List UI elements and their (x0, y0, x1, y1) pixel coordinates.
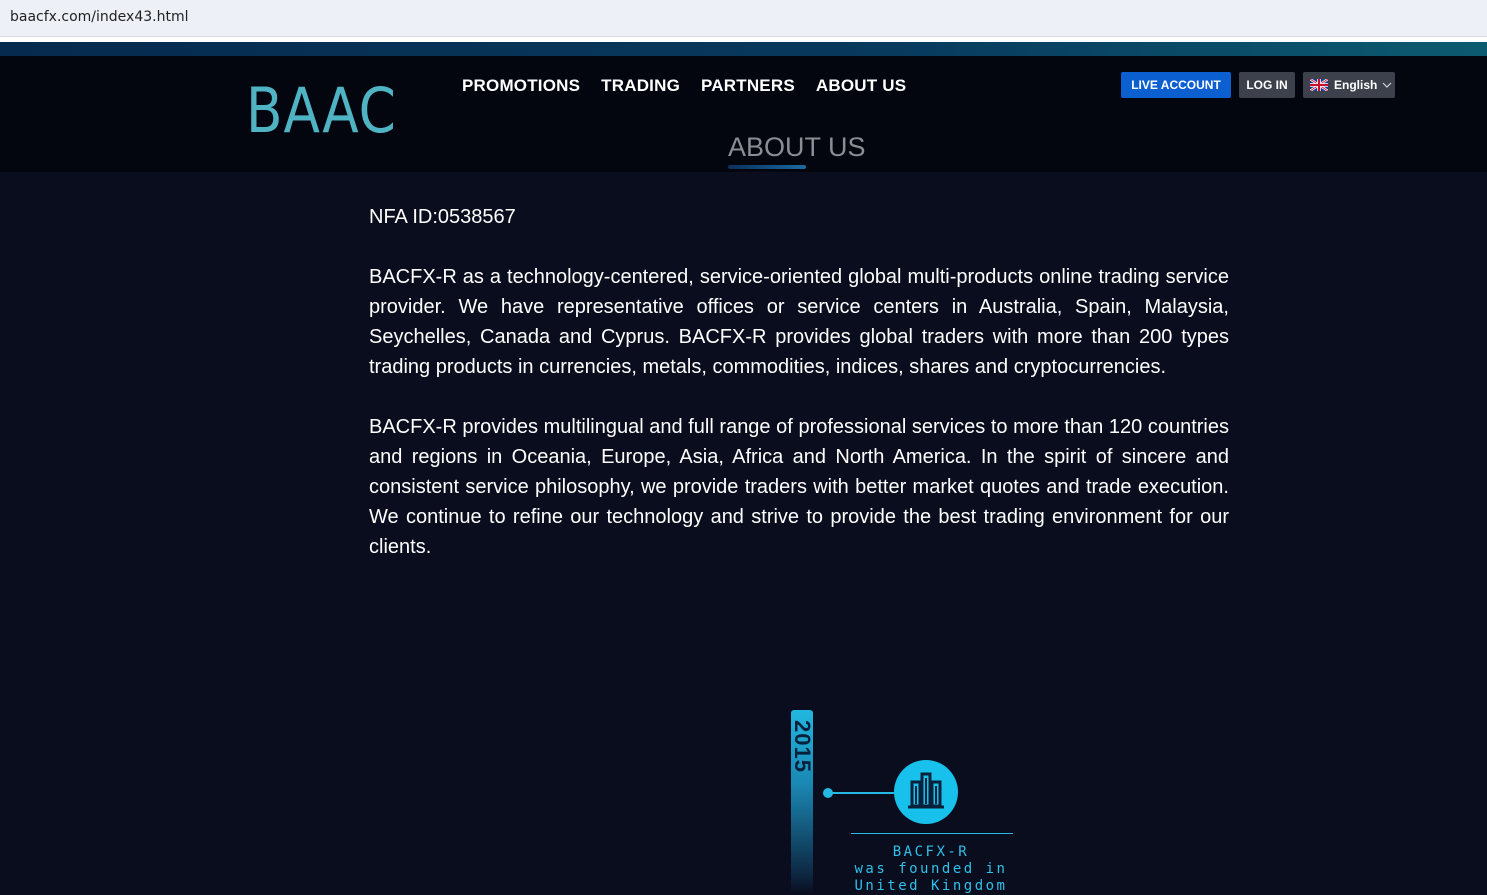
nav-trading[interactable]: TRADING (601, 76, 680, 96)
title-underline (728, 165, 806, 169)
chevron-down-icon (1382, 82, 1392, 88)
timeline-connector (832, 792, 894, 794)
top-gradient-strip (0, 42, 1487, 56)
nav-partners[interactable]: PARTNERS (701, 76, 795, 96)
nfa-id: NFA ID:0538567 (369, 206, 516, 228)
building-glyph (908, 772, 944, 809)
uk-flag-icon (1310, 79, 1328, 91)
browser-address-bar[interactable]: baacfx.com/index43.html (0, 0, 1487, 37)
brand-logo[interactable]: BAAC (246, 80, 397, 142)
main-nav: PROMOTIONS TRADING PARTNERS ABOUT US (462, 76, 927, 96)
about-paragraph-2: BACFX-R provides multilingual and full r… (369, 416, 1229, 558)
page-title: ABOUT US (728, 132, 866, 162)
language-label: English (1334, 78, 1378, 92)
nav-about-us[interactable]: ABOUT US (816, 76, 906, 96)
timeline-year: 2015 (790, 719, 815, 773)
about-paragraph-1: BACFX-R as a technology-centered, servic… (369, 266, 1229, 378)
about-content: NFA ID:0538567 BACFX-R as a technology-c… (369, 202, 1229, 592)
url-text[interactable]: baacfx.com/index43.html (10, 9, 188, 25)
milestone-line-2: was founded in (854, 861, 1008, 877)
milestone-text: BACFX-R was founded in United Kingdom (851, 844, 1011, 895)
building-icon (894, 760, 958, 824)
milestone-line-1: BACFX-R (892, 844, 970, 860)
site-header: BAAC PROMOTIONS TRADING PARTNERS ABOUT U… (0, 56, 1487, 172)
milestone-line-3: United Kingdom (854, 878, 1008, 894)
language-selector[interactable]: English (1303, 72, 1395, 98)
live-account-button[interactable]: LIVE ACCOUNT (1121, 72, 1231, 98)
nav-promotions[interactable]: PROMOTIONS (462, 76, 580, 96)
login-button[interactable]: LOG IN (1239, 72, 1295, 98)
milestone-divider (851, 833, 1013, 834)
